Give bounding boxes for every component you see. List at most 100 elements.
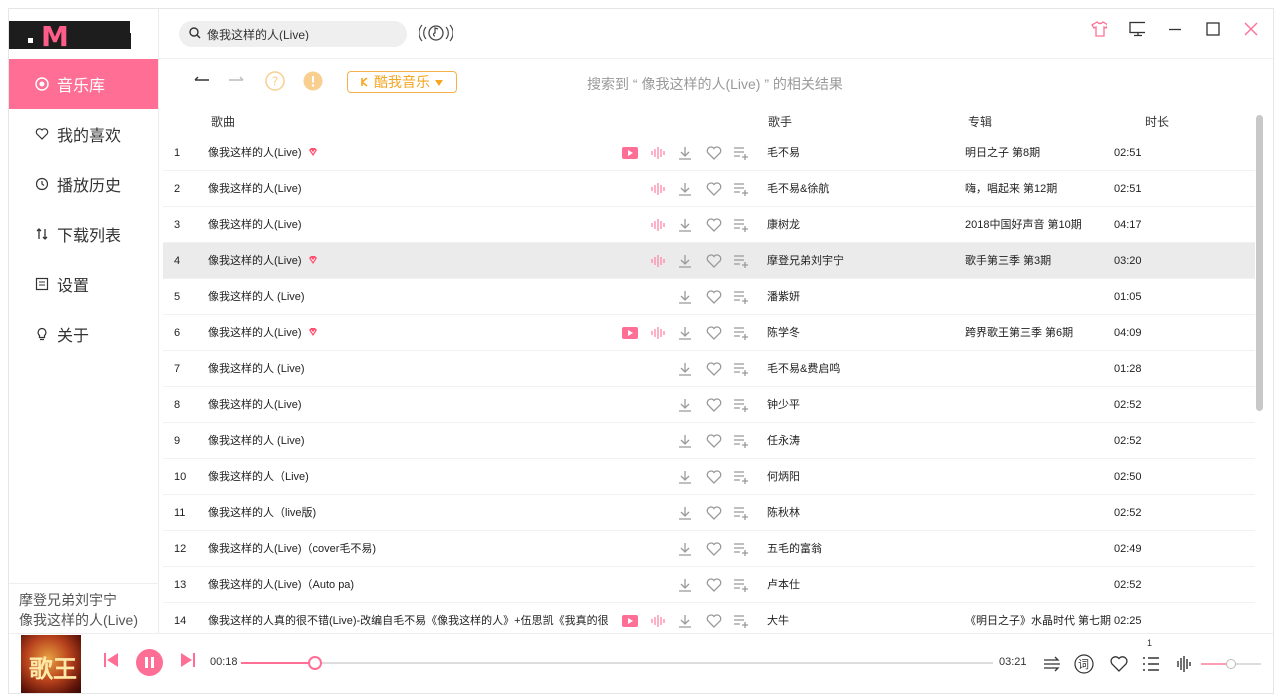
heart-icon[interactable] [705,468,723,486]
add-to-list-icon[interactable] [732,468,750,486]
table-row[interactable]: 9 像我这样的人 (Live) 任永涛 02:52 [163,423,1255,459]
song-name[interactable]: 像我这样的人 (Live) [208,423,608,459]
heart-icon[interactable] [705,144,723,162]
col-artist-header[interactable]: 歌手 [768,113,792,130]
song-name[interactable]: 像我这样的人 (Live) [208,351,608,387]
album-cover[interactable]: 歌王 [21,635,81,693]
table-row[interactable]: 8 像我这样的人(Live) 钟少平 02:52 [163,387,1255,423]
song-artist[interactable]: 摩登兄弟刘宇宁 [767,243,947,279]
heart-icon[interactable] [705,288,723,306]
download-icon[interactable] [676,324,694,342]
song-name[interactable]: 像我这样的人(Live)（Auto pa) [208,567,608,603]
heart-icon[interactable] [705,252,723,270]
song-artist[interactable]: 陈学冬 [767,315,947,351]
song-artist[interactable]: 陈秋林 [767,495,947,531]
mv-play-icon[interactable] [621,144,639,162]
mv-play-icon[interactable] [621,612,639,630]
song-name[interactable]: 像我这样的人(Live) [208,387,608,423]
like-heart-icon[interactable] [1109,654,1129,674]
now-playing-info[interactable]: 摩登兄弟刘宇宁 像我这样的人(Live) [9,583,159,633]
table-row[interactable]: 11 像我这样的人（live版) 陈秋林 02:52 [163,495,1255,531]
add-to-list-icon[interactable] [732,144,750,162]
search-input[interactable] [207,27,387,41]
sidebar-item-settings[interactable]: 设置 [9,259,158,309]
song-name[interactable]: 像我这样的人(Live) [208,207,608,243]
notice-icon[interactable] [303,71,323,91]
table-row[interactable]: 4 像我这样的人(Live) 摩登兄弟刘宇宁 歌手第三季 第3期 03:20 [163,243,1255,279]
add-to-list-icon[interactable] [732,432,750,450]
song-album[interactable]: 嗨，唱起来 第12期 [965,171,1135,207]
table-row[interactable]: 12 像我这样的人(Live)（cover毛不易) 五毛的富翁 02:49 [163,531,1255,567]
heart-icon[interactable] [705,396,723,414]
col-duration-header[interactable]: 时长 [1145,113,1169,130]
table-row[interactable]: 5 像我这样的人 (Live) 潘紫妍 01:05 [163,279,1255,315]
song-name[interactable]: 像我这样的人(Live) [208,171,608,207]
song-name[interactable]: 像我这样的人(Live) [208,243,608,279]
download-icon[interactable] [676,252,694,270]
song-artist[interactable]: 康树龙 [767,207,947,243]
download-icon[interactable] [676,540,694,558]
add-to-list-icon[interactable] [732,612,750,630]
add-to-list-icon[interactable] [732,540,750,558]
table-row[interactable]: 1 像我这样的人(Live) 毛不易 明日之子 第8期 02:51 [163,135,1255,171]
sidebar-item-favorites[interactable]: 我的喜欢 [9,109,158,159]
add-to-list-icon[interactable] [732,504,750,522]
next-icon[interactable] [179,651,197,669]
download-icon[interactable] [676,216,694,234]
song-album[interactable]: 2018中国好声音 第10期 [965,207,1135,243]
download-icon[interactable] [676,288,694,306]
table-row[interactable]: 13 像我这样的人(Live)（Auto pa) 卢本仕 02:52 [163,567,1255,603]
add-to-list-icon[interactable] [732,252,750,270]
song-album[interactable]: 明日之子 第8期 [965,135,1135,171]
heart-icon[interactable] [705,540,723,558]
add-to-list-icon[interactable] [732,576,750,594]
minimize-icon[interactable] [1167,21,1183,37]
progress-knob[interactable] [307,656,322,670]
pause-button[interactable] [136,649,163,676]
sidebar-item-music-library[interactable]: 音乐库 [9,59,158,109]
previous-icon[interactable] [102,651,120,669]
song-artist[interactable]: 潘紫妍 [767,279,947,315]
song-name[interactable]: 像我这样的人（live版) [208,495,608,531]
col-album-header[interactable]: 专辑 [968,113,992,130]
sound-quality-icon[interactable] [649,252,667,270]
close-icon[interactable] [1243,21,1259,37]
back-arrow-icon[interactable] [193,71,211,89]
download-icon[interactable] [676,144,694,162]
add-to-list-icon[interactable] [732,396,750,414]
help-icon[interactable]: ? [265,71,285,91]
add-to-list-icon[interactable] [732,216,750,234]
song-artist[interactable]: 毛不易 [767,135,947,171]
download-icon[interactable] [676,432,694,450]
table-row[interactable]: 6 像我这样的人(Live) 陈学冬 跨界歌王第三季 第6期 04:09 [163,315,1255,351]
heart-icon[interactable] [705,180,723,198]
download-icon[interactable] [676,180,694,198]
song-name[interactable]: 像我这样的人(Live)（cover毛不易) [208,531,608,567]
progress-bar[interactable] [241,656,993,670]
download-icon[interactable] [676,612,694,630]
heart-icon[interactable] [705,360,723,378]
screen-icon[interactable] [1129,21,1145,37]
heart-icon[interactable] [705,432,723,450]
heart-icon[interactable] [705,216,723,234]
listen-recognize-icon[interactable] [418,22,454,49]
song-name[interactable]: 像我这样的人(Live) [208,135,608,171]
download-icon[interactable] [676,468,694,486]
volume-knob[interactable] [1226,659,1236,669]
heart-icon[interactable] [705,504,723,522]
song-artist[interactable]: 毛不易&徐航 [767,171,947,207]
song-name[interactable]: 像我这样的人 (Live) [208,279,608,315]
heart-icon[interactable] [705,576,723,594]
song-name[interactable]: 像我这样的人(Live) [208,315,608,351]
lyrics-icon[interactable]: 词 [1074,654,1094,674]
add-to-list-icon[interactable] [732,324,750,342]
heart-icon[interactable] [705,324,723,342]
download-icon[interactable] [676,360,694,378]
add-to-list-icon[interactable] [732,288,750,306]
sound-quality-icon[interactable] [649,612,667,630]
song-artist[interactable]: 毛不易&费启鸣 [767,351,947,387]
song-album[interactable]: 歌手第三季 第3期 [965,243,1135,279]
song-name[interactable]: 像我这样的人（Live) [208,459,608,495]
playlist-queue-icon[interactable] [1141,654,1161,674]
scrollbar[interactable] [1256,115,1263,411]
